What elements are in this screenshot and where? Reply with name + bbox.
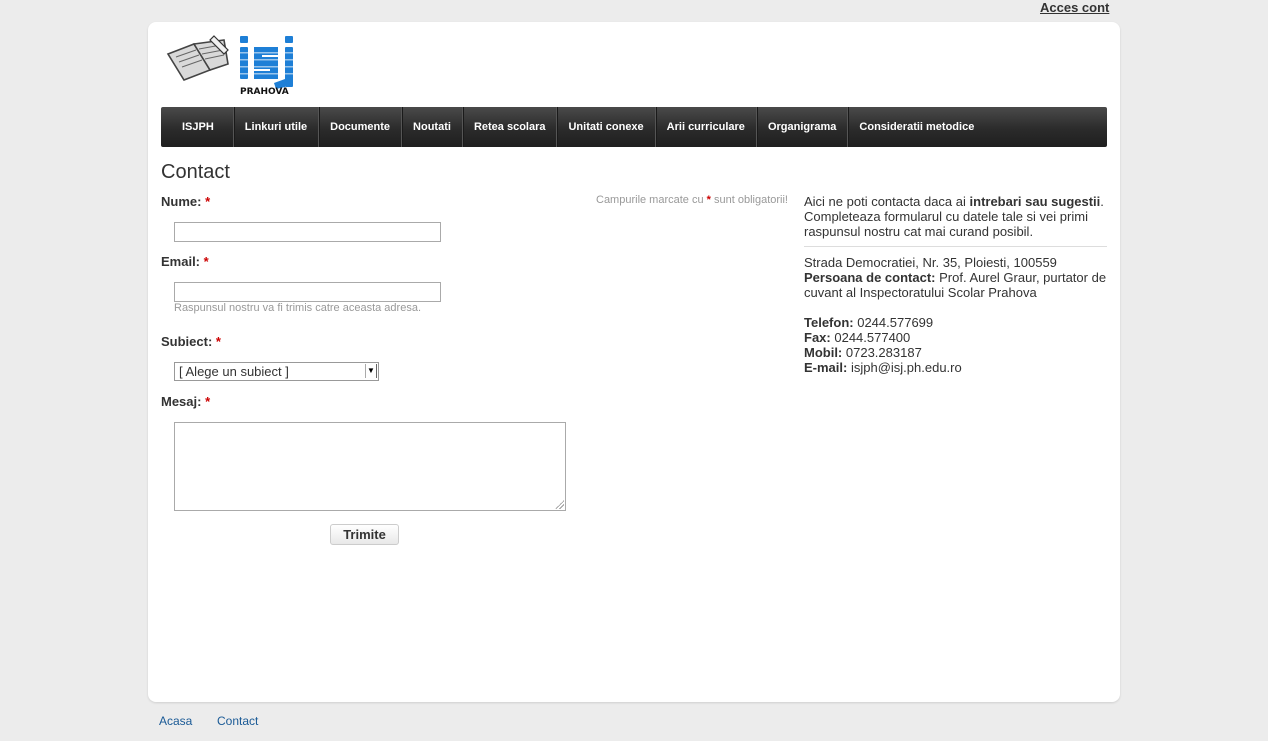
- mobile-label: Mobil:: [804, 345, 843, 360]
- required-star: *: [205, 394, 211, 409]
- phone-line: Telefon: 0244.577699: [804, 315, 1107, 330]
- phone-label: Telefon:: [804, 315, 854, 330]
- fax-label: Fax:: [804, 330, 831, 345]
- intro-bold: intrebari sau sugestii: [969, 194, 1101, 209]
- dropdown-arrow-icon[interactable]: ▼: [365, 364, 377, 378]
- name-label-text: Nume:: [161, 194, 202, 209]
- required-note-suffix: sunt obligatorii!: [714, 194, 788, 206]
- book-pencil-icon: PRAHOVA: [166, 35, 298, 97]
- email-line: E-mail: isjph@isj.ph.edu.ro: [804, 360, 1107, 375]
- subject-label: Subiect: *: [161, 334, 221, 349]
- email-help-text: Raspunsul nostru va fi trimis catre acea…: [174, 302, 422, 314]
- nav-item-consideratii-metodice[interactable]: Consideratii metodice: [848, 107, 985, 147]
- message-label-text: Mesaj:: [161, 394, 202, 409]
- name-label: Nume: *: [161, 194, 210, 209]
- nav-item-retea-scolara[interactable]: Retea scolara: [463, 107, 558, 147]
- contact-person-label: Persoana de contact:: [804, 270, 936, 285]
- logo-subtitle: PRAHOVA: [240, 87, 289, 96]
- nav-item-arii-curriculare[interactable]: Arii curriculare: [656, 107, 757, 147]
- contact-intro: Aici ne poti contacta daca ai intrebari …: [804, 194, 1107, 239]
- email-label-text: Email:: [161, 254, 201, 269]
- contact-info-sidebar: Aici ne poti contacta daca ai intrebari …: [804, 194, 1107, 375]
- email-contact-label: E-mail:: [804, 360, 848, 375]
- required-note-star: *: [706, 194, 711, 206]
- nav-item-organigrama[interactable]: Organigrama: [757, 107, 849, 147]
- subject-label-text: Subiect:: [161, 334, 213, 349]
- required-note-prefix: Campurile marcate cu: [596, 194, 704, 206]
- main-navigation: ISJPH Linkuri utile Documente Noutati Re…: [161, 107, 1107, 147]
- nav-item-isjph[interactable]: ISJPH: [161, 107, 234, 147]
- intro-prefix: Aici ne poti contacta daca ai: [804, 194, 966, 209]
- required-star: *: [203, 254, 209, 269]
- fax-line: Fax: 0244.577400: [804, 330, 1107, 345]
- nav-item-noutati[interactable]: Noutati: [402, 107, 463, 147]
- resize-grip-icon[interactable]: [555, 500, 564, 509]
- page-container: PRAHOVA ISJPH Linkuri utile Documente No…: [148, 22, 1120, 702]
- phone-value: 0244.577699: [857, 315, 934, 330]
- message-label: Mesaj: *: [161, 394, 210, 409]
- required-fields-note: Campurile marcate cu * sunt obligatorii!: [596, 194, 788, 206]
- footer-link-contact[interactable]: Contact: [217, 714, 258, 728]
- required-star: *: [205, 194, 211, 209]
- footer-link-acasa[interactable]: Acasa: [159, 714, 192, 728]
- mobile-value: 0723.283187: [845, 345, 922, 360]
- nav-item-linkuri-utile[interactable]: Linkuri utile: [234, 107, 320, 147]
- site-logo[interactable]: PRAHOVA: [166, 32, 308, 97]
- required-star: *: [215, 334, 221, 349]
- nav-item-unitati-conexe[interactable]: Unitati conexe: [557, 107, 656, 147]
- fax-value: 0244.577400: [834, 330, 911, 345]
- page-title: Contact: [161, 161, 230, 183]
- email-label: Email: *: [161, 254, 209, 269]
- address: Strada Democratiei, Nr. 35, Ploiesti, 10…: [804, 255, 1057, 270]
- message-textarea[interactable]: [174, 422, 566, 511]
- subject-select[interactable]: [ Alege un subiect ] ▼: [174, 362, 379, 381]
- mobile-line: Mobil: 0723.283187: [804, 345, 1107, 360]
- contact-person: Persoana de contact: Prof. Aurel Graur, …: [804, 270, 1107, 300]
- submit-button[interactable]: Trimite: [330, 524, 399, 545]
- divider: [804, 246, 1107, 247]
- email-field[interactable]: [174, 282, 441, 302]
- subject-selected-value: [ Alege un subiect ]: [179, 364, 289, 379]
- nav-item-documente[interactable]: Documente: [319, 107, 403, 147]
- email-contact-value: isjph@isj.ph.edu.ro: [850, 360, 962, 375]
- account-access-link[interactable]: Acces cont: [1040, 0, 1109, 15]
- name-field[interactable]: [174, 222, 441, 242]
